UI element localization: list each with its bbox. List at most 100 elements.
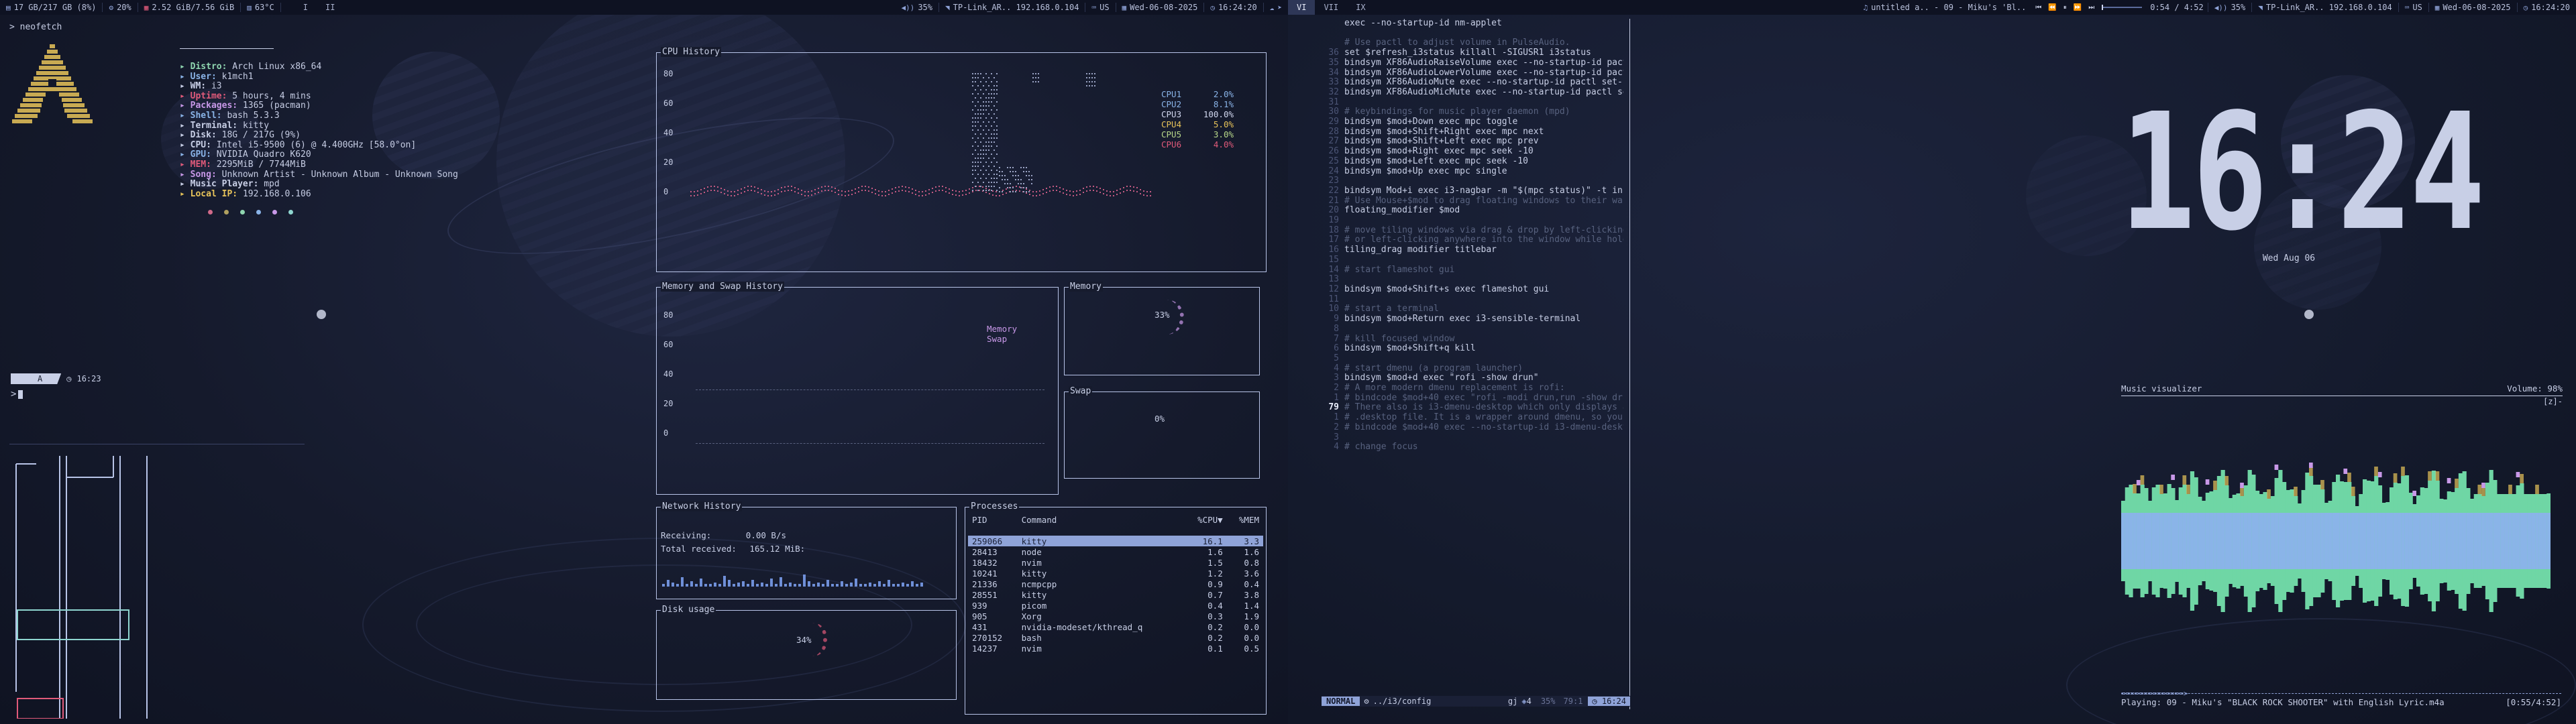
seek-handle[interactable] xyxy=(2102,5,2104,10)
cpu-graph-dot xyxy=(975,170,976,171)
workspace-list: VI VII IX xyxy=(1288,0,1375,15)
process-row[interactable]: 28413 node 1.6 1.6 xyxy=(968,546,1263,557)
col-command[interactable]: Command xyxy=(1018,514,1184,525)
time-status[interactable]: ◷ 16:24:20 xyxy=(2518,0,2576,15)
cpu-graph-dot xyxy=(994,186,995,187)
line-text: bindsym $mod+Up exec mpc single xyxy=(1344,166,1507,176)
process-header-row: PID Command %CPU▼ %MEM xyxy=(968,514,1263,525)
prev-track-button[interactable]: ⏮ xyxy=(2032,4,2045,11)
date-status[interactable]: ▦ Wed-06-08-2025 xyxy=(2429,0,2517,15)
cpu-graph-dot xyxy=(983,109,984,111)
visualizer-bar xyxy=(2489,470,2493,612)
cpu-graph-dot xyxy=(975,117,976,119)
code-line: exec --no-startup-id nm-applet xyxy=(1322,19,1623,29)
telegram-icon[interactable]: ➤ xyxy=(1277,3,1282,12)
forward-button[interactable]: ⏩ xyxy=(2070,4,2085,11)
palette-dot xyxy=(240,210,245,215)
visualizer-volume[interactable]: Volume: 98% xyxy=(2507,383,2563,394)
col-cpu[interactable]: %CPU▼ xyxy=(1184,514,1227,525)
cpu-graph-dot xyxy=(744,191,745,192)
seek-track[interactable] xyxy=(2102,5,2143,10)
cpu-graph-dot xyxy=(1086,77,1087,78)
cpu-graph-dot xyxy=(1010,167,1011,168)
cpu-graph-dot xyxy=(902,190,903,191)
cpu-graph-dot xyxy=(761,193,762,194)
processes-panel[interactable]: Processes PID Command %CPU▼ %MEM 259066 k… xyxy=(965,501,1267,715)
process-row[interactable]: 259066 kitty 16.1 3.3 xyxy=(968,536,1263,546)
workspace-9[interactable]: IX xyxy=(1347,0,1374,15)
code-view[interactable]: exec --no-startup-id nm-applet # Use pact… xyxy=(1322,19,1623,452)
process-row[interactable]: 21336 ncmpcpp 0.9 0.4 xyxy=(968,579,1263,589)
vim-mode: NORMAL xyxy=(1322,697,1360,706)
pause-button[interactable]: ⏸ xyxy=(2060,4,2070,11)
keyboard-layout[interactable]: ⌨ US xyxy=(1085,0,1115,15)
process-row[interactable]: 939 picom 0.4 1.4 xyxy=(968,600,1263,611)
workspace-2[interactable]: II xyxy=(317,0,343,15)
network-bar xyxy=(789,583,792,587)
cpu-graph-dot xyxy=(767,195,769,196)
cpu-graph-dot xyxy=(1086,73,1087,74)
cpu-graph-dot xyxy=(996,191,997,192)
cpu-graph-dot xyxy=(1012,191,1014,192)
volume-status[interactable]: ◀)) 35% xyxy=(2208,0,2252,15)
cpu-graph-dot xyxy=(888,194,890,195)
neofetch-terminal[interactable]: > neofetch ▸ Distro: Arch Linux x86_64 ▸… xyxy=(9,22,458,217)
process-row[interactable]: 10241 kitty 1.2 3.6 xyxy=(968,568,1263,579)
editor-window[interactable]: exec --no-startup-id nm-applet # Use pact… xyxy=(1322,19,1630,709)
volume-status[interactable]: ◀)) 35% xyxy=(895,0,938,15)
user-initial: A xyxy=(38,374,43,383)
col-pid[interactable]: PID xyxy=(968,514,1018,525)
cpu-graph-dot xyxy=(831,190,833,192)
cpu-graph-dot xyxy=(983,190,984,191)
seek-bar[interactable] xyxy=(2098,5,2146,10)
process-row[interactable]: 431 nvidia-modeset/kthread_q 0.2 0.0 xyxy=(968,621,1263,632)
rewind-button[interactable]: ⏪ xyxy=(2045,4,2059,11)
cpu-graph-dot xyxy=(848,194,849,196)
line-text: bindsym $mod+Down exec mpc toggle xyxy=(1344,117,1518,127)
music-status[interactable]: ♫ untitled a.. - 09 - Miku's 'Bl.. xyxy=(1857,0,2032,15)
cloud-icon[interactable]: ☁ xyxy=(1270,3,1275,12)
cpu-graph-dot xyxy=(999,187,1000,188)
wifi-status[interactable]: ◥ TP-Link_AR.. 192.168.0.104 xyxy=(2252,0,2398,15)
process-row[interactable]: 18432 nvim 1.5 0.8 xyxy=(968,557,1263,568)
next-track-button[interactable]: ⏭ xyxy=(2085,4,2098,11)
workspace-1[interactable]: I xyxy=(294,0,317,15)
workspace-6[interactable]: VI xyxy=(1288,0,1316,15)
cpu-graph-dot xyxy=(747,186,749,187)
row-label: Music Player: xyxy=(190,179,259,190)
line-number: 19 xyxy=(1328,215,1339,226)
date-status[interactable]: ▦ Wed-06-08-2025 xyxy=(1116,0,1204,15)
process-table[interactable]: PID Command %CPU▼ %MEM 259066 kitty 16.1 3.… xyxy=(968,514,1263,654)
cpu-graph-dot xyxy=(1015,191,1016,192)
mem-percent: 3.8 xyxy=(1244,589,1259,600)
file-path[interactable]: ../i3/config xyxy=(1373,697,1432,706)
memory-status[interactable]: ▦ 2.52 GiB/7.56 GiB xyxy=(138,0,240,15)
cpu-graph-dot xyxy=(1053,190,1054,191)
line-text: bindsym $mod+Shift+s exec flameshot gui xyxy=(1344,284,1550,294)
cpu-graph-dot xyxy=(991,97,992,99)
cpu-percent: 0.7 xyxy=(1208,589,1223,600)
cpu-graph-dot xyxy=(747,190,749,191)
workspace-7[interactable]: VII xyxy=(1315,0,1347,15)
process-row[interactable]: 905 Xorg 0.3 1.9 xyxy=(968,611,1263,621)
code-line: 24 bindsym $mod+Up exec mpc single xyxy=(1322,166,1623,177)
neofetch-row: ▸ Music Player: mpd xyxy=(180,179,462,190)
cpu-graph-dot xyxy=(777,193,779,194)
col-mem[interactable]: %MEM xyxy=(1227,514,1263,525)
network-bar xyxy=(733,584,735,587)
music-visualizer[interactable]: Music visualizer Volume: 98% [z]- ======… xyxy=(2121,383,2563,716)
process-row[interactable]: 270152 bash 0.2 0.0 xyxy=(968,632,1263,643)
wifi-status[interactable]: ◥ TP-Link_AR.. 192.168.0.104 xyxy=(939,0,1085,15)
cpu-legend-item: CPU4 5.0% xyxy=(1161,119,1234,129)
y-tick-label: 60 xyxy=(663,340,674,349)
cpu-graph-dot xyxy=(1094,73,1095,74)
cpu-status[interactable]: ⚙ 20% xyxy=(103,0,137,15)
process-row[interactable]: 14237 nvim 0.1 0.5 xyxy=(968,643,1263,654)
keyboard-layout[interactable]: ⌨ US xyxy=(2399,0,2428,15)
keyboard-icon: ⌨ xyxy=(2404,3,2410,12)
disk-status[interactable]: ▤ 17 GB/217 GB (8%) xyxy=(0,0,102,15)
temperature-status[interactable]: ▥ 63°C xyxy=(241,0,280,15)
time-status[interactable]: ◷ 16:24:20 xyxy=(1204,0,1263,15)
repeat-indicator[interactable]: [z]- xyxy=(2543,397,2563,406)
process-row[interactable]: 28551 kitty 0.7 3.8 xyxy=(968,589,1263,600)
